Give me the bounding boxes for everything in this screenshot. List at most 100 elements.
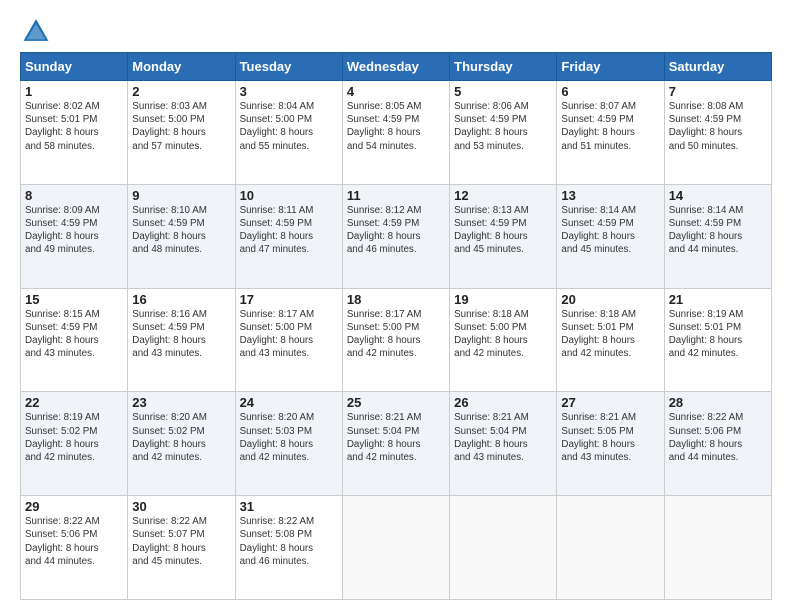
- day-number: 14: [669, 188, 767, 203]
- calendar-cell: 30Sunrise: 8:22 AMSunset: 5:07 PMDayligh…: [128, 496, 235, 600]
- day-number: 20: [561, 292, 659, 307]
- day-info: Sunrise: 8:05 AMSunset: 4:59 PMDaylight:…: [347, 100, 445, 153]
- day-info: Sunrise: 8:02 AMSunset: 5:01 PMDaylight:…: [25, 100, 123, 153]
- calendar-cell: 4Sunrise: 8:05 AMSunset: 4:59 PMDaylight…: [342, 81, 449, 185]
- day-number: 4: [347, 84, 445, 99]
- day-number: 8: [25, 188, 123, 203]
- calendar-cell: 21Sunrise: 8:19 AMSunset: 5:01 PMDayligh…: [664, 288, 771, 392]
- day-info: Sunrise: 8:17 AMSunset: 5:00 PMDaylight:…: [347, 308, 445, 361]
- calendar-cell: 23Sunrise: 8:20 AMSunset: 5:02 PMDayligh…: [128, 392, 235, 496]
- col-header-monday: Monday: [128, 53, 235, 81]
- day-info: Sunrise: 8:16 AMSunset: 4:59 PMDaylight:…: [132, 308, 230, 361]
- logo-icon: [22, 16, 50, 44]
- logo: [20, 16, 50, 44]
- day-number: 24: [240, 395, 338, 410]
- day-number: 26: [454, 395, 552, 410]
- day-number: 2: [132, 84, 230, 99]
- day-info: Sunrise: 8:20 AMSunset: 5:03 PMDaylight:…: [240, 411, 338, 464]
- header: [20, 16, 772, 44]
- day-number: 15: [25, 292, 123, 307]
- day-number: 31: [240, 499, 338, 514]
- calendar-cell: 20Sunrise: 8:18 AMSunset: 5:01 PMDayligh…: [557, 288, 664, 392]
- day-info: Sunrise: 8:22 AMSunset: 5:06 PMDaylight:…: [25, 515, 123, 568]
- calendar-cell: [342, 496, 449, 600]
- calendar-cell: 6Sunrise: 8:07 AMSunset: 4:59 PMDaylight…: [557, 81, 664, 185]
- day-number: 10: [240, 188, 338, 203]
- calendar-cell: 10Sunrise: 8:11 AMSunset: 4:59 PMDayligh…: [235, 184, 342, 288]
- day-number: 25: [347, 395, 445, 410]
- calendar-cell: 8Sunrise: 8:09 AMSunset: 4:59 PMDaylight…: [21, 184, 128, 288]
- day-info: Sunrise: 8:22 AMSunset: 5:06 PMDaylight:…: [669, 411, 767, 464]
- day-number: 13: [561, 188, 659, 203]
- day-info: Sunrise: 8:17 AMSunset: 5:00 PMDaylight:…: [240, 308, 338, 361]
- calendar-cell: 29Sunrise: 8:22 AMSunset: 5:06 PMDayligh…: [21, 496, 128, 600]
- page: SundayMondayTuesdayWednesdayThursdayFrid…: [0, 0, 792, 612]
- week-row-5: 29Sunrise: 8:22 AMSunset: 5:06 PMDayligh…: [21, 496, 772, 600]
- col-header-thursday: Thursday: [450, 53, 557, 81]
- calendar-cell: 17Sunrise: 8:17 AMSunset: 5:00 PMDayligh…: [235, 288, 342, 392]
- day-info: Sunrise: 8:18 AMSunset: 5:01 PMDaylight:…: [561, 308, 659, 361]
- day-info: Sunrise: 8:20 AMSunset: 5:02 PMDaylight:…: [132, 411, 230, 464]
- col-header-sunday: Sunday: [21, 53, 128, 81]
- day-info: Sunrise: 8:13 AMSunset: 4:59 PMDaylight:…: [454, 204, 552, 257]
- calendar-cell: 2Sunrise: 8:03 AMSunset: 5:00 PMDaylight…: [128, 81, 235, 185]
- calendar-cell: 25Sunrise: 8:21 AMSunset: 5:04 PMDayligh…: [342, 392, 449, 496]
- calendar-cell: 28Sunrise: 8:22 AMSunset: 5:06 PMDayligh…: [664, 392, 771, 496]
- day-info: Sunrise: 8:15 AMSunset: 4:59 PMDaylight:…: [25, 308, 123, 361]
- calendar-cell: 18Sunrise: 8:17 AMSunset: 5:00 PMDayligh…: [342, 288, 449, 392]
- day-number: 7: [669, 84, 767, 99]
- header-row: SundayMondayTuesdayWednesdayThursdayFrid…: [21, 53, 772, 81]
- calendar-cell: [557, 496, 664, 600]
- calendar-cell: 3Sunrise: 8:04 AMSunset: 5:00 PMDaylight…: [235, 81, 342, 185]
- day-info: Sunrise: 8:03 AMSunset: 5:00 PMDaylight:…: [132, 100, 230, 153]
- day-info: Sunrise: 8:18 AMSunset: 5:00 PMDaylight:…: [454, 308, 552, 361]
- col-header-friday: Friday: [557, 53, 664, 81]
- col-header-tuesday: Tuesday: [235, 53, 342, 81]
- day-info: Sunrise: 8:11 AMSunset: 4:59 PMDaylight:…: [240, 204, 338, 257]
- day-number: 23: [132, 395, 230, 410]
- calendar-cell: 15Sunrise: 8:15 AMSunset: 4:59 PMDayligh…: [21, 288, 128, 392]
- day-number: 5: [454, 84, 552, 99]
- day-number: 1: [25, 84, 123, 99]
- day-number: 18: [347, 292, 445, 307]
- day-number: 27: [561, 395, 659, 410]
- day-number: 19: [454, 292, 552, 307]
- day-info: Sunrise: 8:06 AMSunset: 4:59 PMDaylight:…: [454, 100, 552, 153]
- calendar-cell: 5Sunrise: 8:06 AMSunset: 4:59 PMDaylight…: [450, 81, 557, 185]
- calendar-cell: 11Sunrise: 8:12 AMSunset: 4:59 PMDayligh…: [342, 184, 449, 288]
- day-info: Sunrise: 8:07 AMSunset: 4:59 PMDaylight:…: [561, 100, 659, 153]
- calendar-cell: 27Sunrise: 8:21 AMSunset: 5:05 PMDayligh…: [557, 392, 664, 496]
- calendar-cell: 14Sunrise: 8:14 AMSunset: 4:59 PMDayligh…: [664, 184, 771, 288]
- calendar-cell: 22Sunrise: 8:19 AMSunset: 5:02 PMDayligh…: [21, 392, 128, 496]
- day-info: Sunrise: 8:19 AMSunset: 5:02 PMDaylight:…: [25, 411, 123, 464]
- day-number: 29: [25, 499, 123, 514]
- calendar-cell: 1Sunrise: 8:02 AMSunset: 5:01 PMDaylight…: [21, 81, 128, 185]
- day-info: Sunrise: 8:12 AMSunset: 4:59 PMDaylight:…: [347, 204, 445, 257]
- col-header-wednesday: Wednesday: [342, 53, 449, 81]
- calendar-cell: 26Sunrise: 8:21 AMSunset: 5:04 PMDayligh…: [450, 392, 557, 496]
- day-info: Sunrise: 8:09 AMSunset: 4:59 PMDaylight:…: [25, 204, 123, 257]
- calendar-header: SundayMondayTuesdayWednesdayThursdayFrid…: [21, 53, 772, 81]
- day-info: Sunrise: 8:10 AMSunset: 4:59 PMDaylight:…: [132, 204, 230, 257]
- calendar-cell: 16Sunrise: 8:16 AMSunset: 4:59 PMDayligh…: [128, 288, 235, 392]
- day-info: Sunrise: 8:21 AMSunset: 5:05 PMDaylight:…: [561, 411, 659, 464]
- day-info: Sunrise: 8:14 AMSunset: 4:59 PMDaylight:…: [669, 204, 767, 257]
- calendar-cell: 9Sunrise: 8:10 AMSunset: 4:59 PMDaylight…: [128, 184, 235, 288]
- day-number: 28: [669, 395, 767, 410]
- calendar-body: 1Sunrise: 8:02 AMSunset: 5:01 PMDaylight…: [21, 81, 772, 600]
- week-row-4: 22Sunrise: 8:19 AMSunset: 5:02 PMDayligh…: [21, 392, 772, 496]
- week-row-1: 1Sunrise: 8:02 AMSunset: 5:01 PMDaylight…: [21, 81, 772, 185]
- day-info: Sunrise: 8:21 AMSunset: 5:04 PMDaylight:…: [454, 411, 552, 464]
- day-number: 3: [240, 84, 338, 99]
- calendar-cell: 24Sunrise: 8:20 AMSunset: 5:03 PMDayligh…: [235, 392, 342, 496]
- calendar-cell: [664, 496, 771, 600]
- day-info: Sunrise: 8:22 AMSunset: 5:08 PMDaylight:…: [240, 515, 338, 568]
- calendar-table: SundayMondayTuesdayWednesdayThursdayFrid…: [20, 52, 772, 600]
- col-header-saturday: Saturday: [664, 53, 771, 81]
- calendar-cell: 13Sunrise: 8:14 AMSunset: 4:59 PMDayligh…: [557, 184, 664, 288]
- week-row-2: 8Sunrise: 8:09 AMSunset: 4:59 PMDaylight…: [21, 184, 772, 288]
- calendar-cell: [450, 496, 557, 600]
- day-info: Sunrise: 8:21 AMSunset: 5:04 PMDaylight:…: [347, 411, 445, 464]
- day-number: 21: [669, 292, 767, 307]
- calendar-cell: 7Sunrise: 8:08 AMSunset: 4:59 PMDaylight…: [664, 81, 771, 185]
